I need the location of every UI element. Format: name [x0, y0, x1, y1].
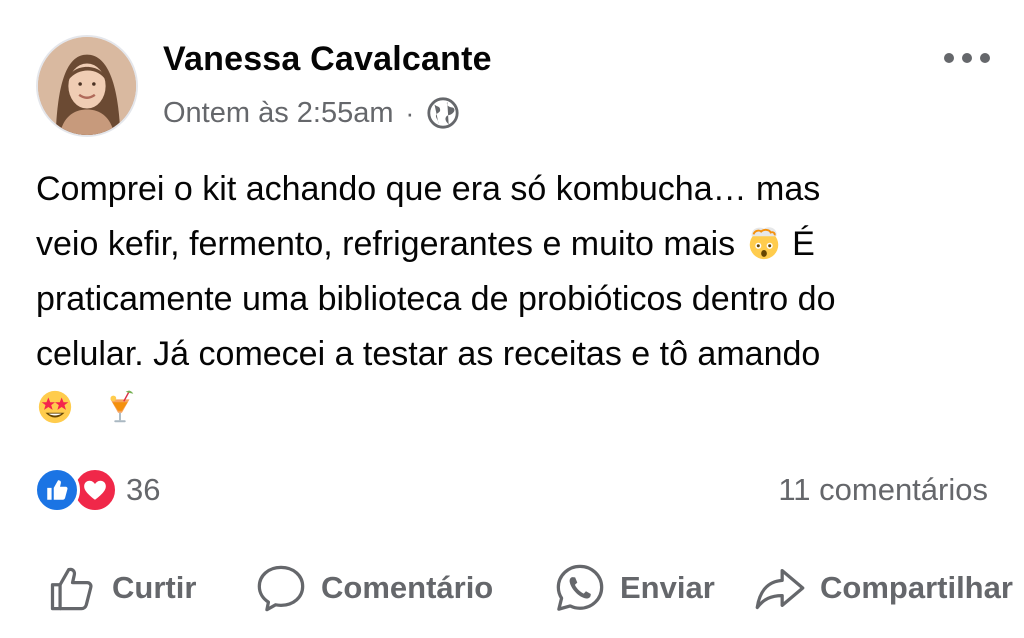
action-bar: Curtir Comentário Enviar Compartilhar [0, 556, 1024, 620]
heart-icon [84, 480, 106, 500]
exploding-head-emoji [749, 227, 778, 260]
post-meta: Ontem às 2:55am · [163, 95, 460, 131]
thumbs-up-icon [47, 480, 68, 500]
more-options-button[interactable] [944, 48, 990, 68]
globe-icon[interactable] [426, 96, 460, 130]
author-avatar[interactable] [36, 35, 138, 137]
post-body: Comprei o kit achando que era só kombuch… [36, 162, 986, 437]
comment-button-label: Comentário [321, 570, 494, 605]
comment-button[interactable]: Comentário [255, 556, 493, 620]
comments-count-link[interactable]: 11 comentários [778, 472, 988, 508]
like-reaction-icon [34, 467, 80, 513]
avatar-image [38, 37, 136, 135]
send-button[interactable]: Enviar [554, 556, 715, 620]
meta-separator: · [405, 98, 415, 128]
whatsapp-icon [556, 564, 604, 611]
thumbs-up-outline-icon [50, 567, 93, 611]
post-text-line: Comprei o kit achando que era só kombuch… [36, 170, 821, 208]
like-button-label: Curtir [112, 570, 197, 605]
post-text-line: celular. Já comecei a testar as receitas… [36, 335, 821, 373]
like-button[interactable]: Curtir [46, 556, 196, 620]
tropical-drink-emoji [110, 390, 134, 423]
share-arrow-icon [755, 569, 805, 610]
send-button-label: Enviar [620, 570, 715, 605]
post-timestamp[interactable]: Ontem às 2:55am [163, 97, 394, 130]
speech-bubble-icon [257, 565, 305, 612]
author-name[interactable]: Vanessa Cavalcante [163, 40, 492, 79]
star-struck-emoji [38, 390, 72, 424]
more-dot-icon [962, 53, 972, 63]
post-text-segment: veio kefir, fermento, refrigerantes e mu… [36, 225, 736, 263]
reaction-count: 36 [126, 472, 161, 507]
more-dot-icon [944, 53, 954, 63]
post-text-segment: É [792, 225, 815, 263]
post-text-line: praticamente uma biblioteca de probiótic… [36, 280, 836, 318]
share-button-label: Compartilhar [820, 570, 1013, 605]
share-button[interactable]: Compartilhar [754, 556, 1013, 620]
post-text-line: veio kefir, fermento, refrigerantes e mu… [36, 217, 986, 272]
post-emoji-line [36, 382, 986, 437]
more-dot-icon [980, 53, 990, 63]
reactions-summary[interactable]: 36 [34, 466, 160, 514]
